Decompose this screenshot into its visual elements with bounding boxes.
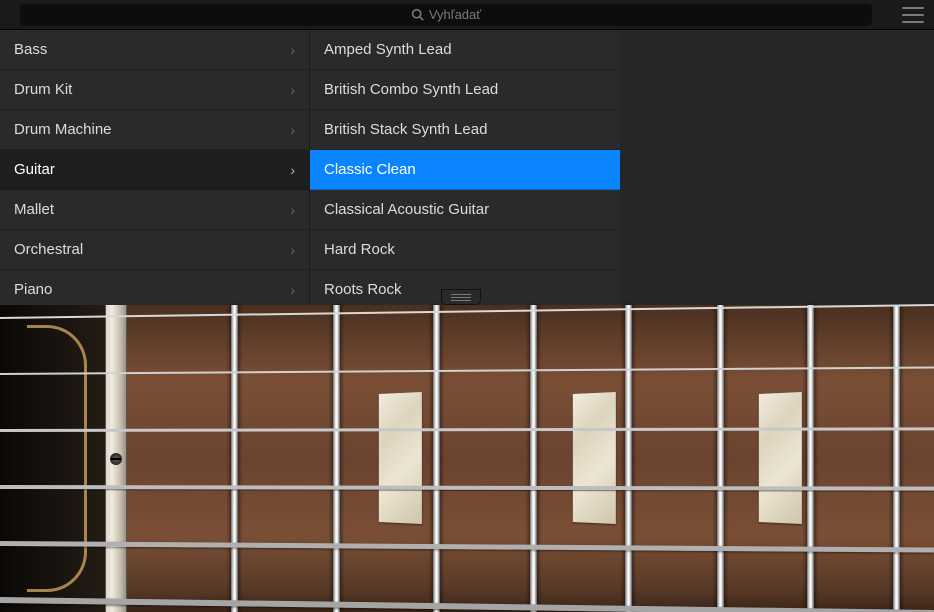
nut — [105, 305, 127, 612]
fret-inlay — [379, 392, 422, 524]
fret — [433, 305, 440, 612]
category-row[interactable]: Bass› — [0, 30, 309, 70]
fret — [807, 305, 814, 612]
string-3[interactable] — [0, 427, 934, 429]
category-row[interactable]: Mallet› — [0, 190, 309, 230]
category-column: Bass›Drum Kit›Drum Machine›Guitar›Mallet… — [0, 30, 310, 305]
chevron-right-icon: › — [290, 242, 295, 258]
fret — [893, 305, 900, 612]
string-1[interactable] — [0, 304, 934, 317]
category-row[interactable]: Piano› — [0, 270, 309, 305]
string-5[interactable] — [0, 541, 934, 548]
search-icon — [411, 8, 424, 21]
category-row[interactable]: Guitar› — [0, 150, 309, 190]
preset-row[interactable]: British Stack Synth Lead — [310, 110, 620, 150]
preset-label: British Stack Synth Lead — [324, 121, 606, 138]
preset-row[interactable]: Classic Clean — [310, 150, 620, 190]
preset-label: Hard Rock — [324, 241, 606, 258]
screw-icon — [110, 453, 122, 465]
category-label: Piano — [14, 281, 290, 298]
category-label: Bass — [14, 41, 290, 58]
panel-resize-handle[interactable] — [441, 289, 481, 305]
preset-row[interactable]: Classical Acoustic Guitar — [310, 190, 620, 230]
chevron-right-icon: › — [290, 42, 295, 58]
preset-label: British Combo Synth Lead — [324, 81, 606, 98]
category-row[interactable]: Drum Machine› — [0, 110, 309, 150]
chevron-right-icon: › — [290, 162, 295, 178]
fret — [625, 305, 632, 612]
sound-browser: Bass›Drum Kit›Drum Machine›Guitar›Mallet… — [0, 30, 620, 305]
panel-backdrop — [620, 30, 934, 305]
fret-inlay — [573, 392, 616, 524]
preset-label: Classic Clean — [324, 161, 606, 178]
string-2[interactable] — [0, 366, 934, 373]
chevron-right-icon: › — [290, 82, 295, 98]
preset-label: Amped Synth Lead — [324, 41, 606, 58]
category-row[interactable]: Orchestral› — [0, 230, 309, 270]
headstock-binding — [27, 325, 87, 592]
search-input[interactable]: Vyhľadať — [20, 4, 872, 26]
top-bar: Vyhľadať — [0, 0, 934, 30]
search-placeholder: Vyhľadať — [429, 7, 481, 22]
preset-row[interactable]: Hard Rock — [310, 230, 620, 270]
preset-row[interactable]: British Combo Synth Lead — [310, 70, 620, 110]
preset-row[interactable]: Amped Synth Lead — [310, 30, 620, 70]
fret — [333, 305, 340, 612]
headstock — [0, 305, 105, 612]
category-label: Drum Machine — [14, 121, 290, 138]
preset-column: Amped Synth Lead British Combo Synth Lead… — [310, 30, 620, 305]
fret-inlay — [759, 392, 802, 524]
fret — [530, 305, 537, 612]
fret — [231, 305, 238, 612]
app-root: Vyhľadať Bass›Drum Kit›Drum Machine›Guit… — [0, 0, 934, 612]
string-6[interactable] — [0, 597, 934, 610]
chevron-right-icon: › — [290, 202, 295, 218]
menu-icon[interactable] — [902, 7, 924, 23]
chevron-right-icon: › — [290, 282, 295, 298]
guitar-fretboard[interactable] — [0, 305, 934, 612]
category-label: Mallet — [14, 201, 290, 218]
category-label: Guitar — [14, 161, 290, 178]
fret — [717, 305, 724, 612]
category-label: Orchestral — [14, 241, 290, 258]
category-label: Drum Kit — [14, 81, 290, 98]
preset-label: Classical Acoustic Guitar — [324, 201, 606, 218]
chevron-right-icon: › — [290, 122, 295, 138]
category-row[interactable]: Drum Kit› — [0, 70, 309, 110]
